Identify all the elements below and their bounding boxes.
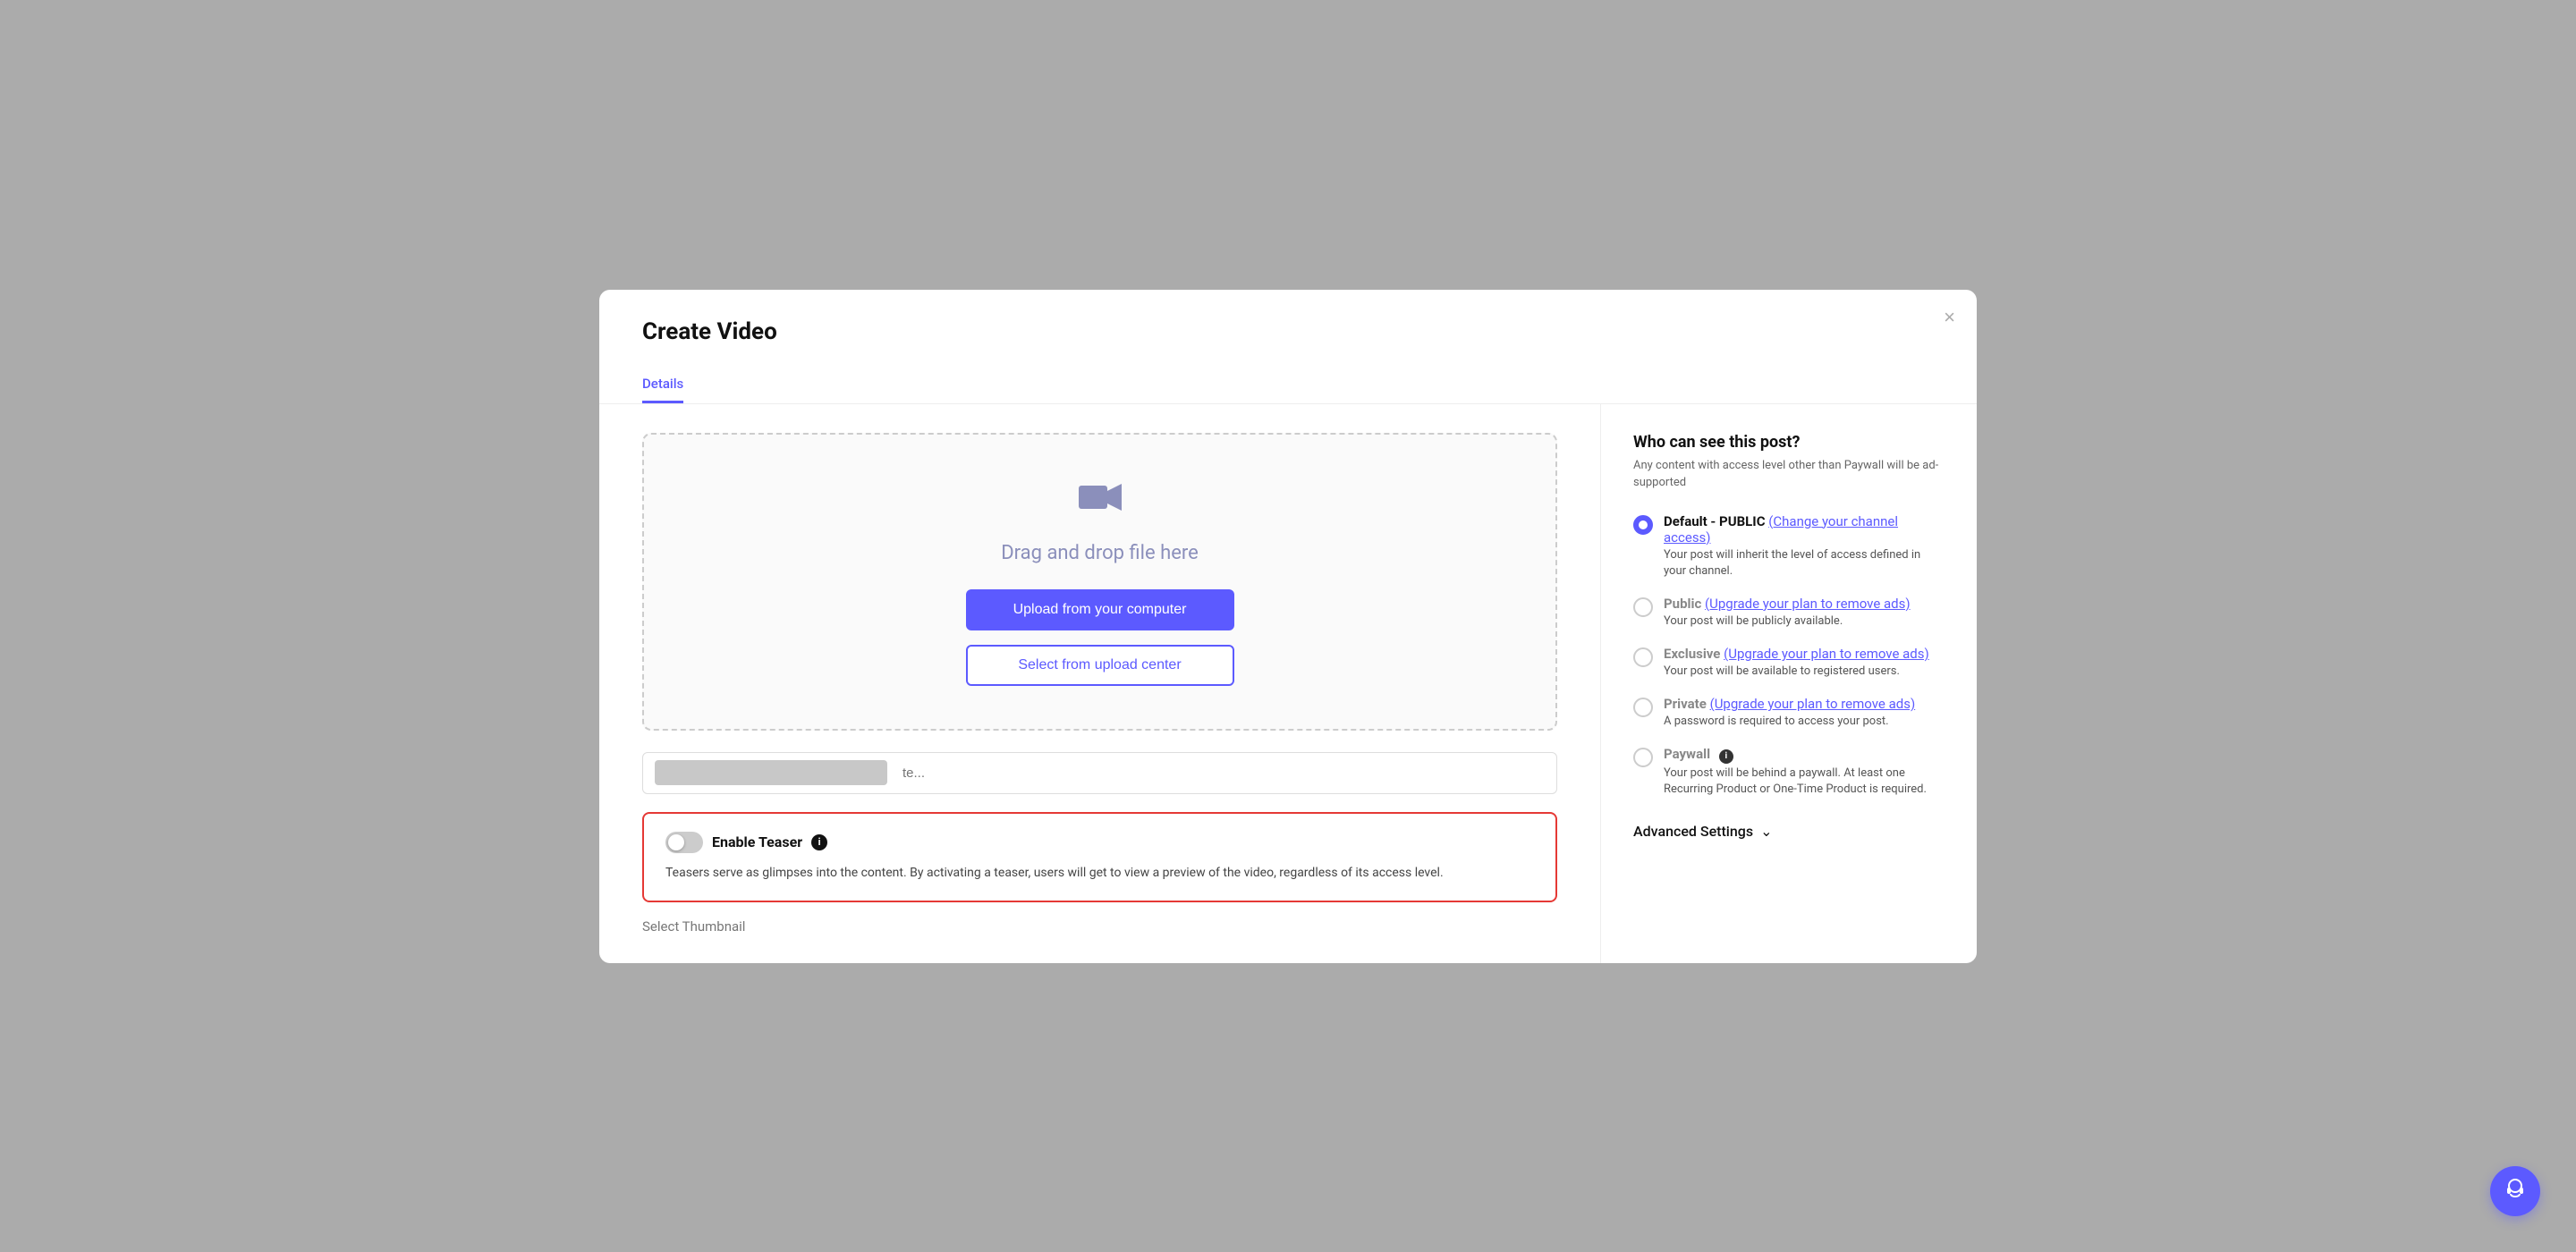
access-option-exclusive[interactable]: Exclusive (Upgrade your plan to remove a… [1633,646,1945,680]
access-desc-default: Your post will inherit the level of acce… [1664,547,1945,579]
access-option-public[interactable]: Public (Upgrade your plan to remove ads)… [1633,596,1945,630]
blurred-overlay [655,760,887,785]
teaser-info-icon[interactable]: i [811,834,827,850]
paywall-info-icon[interactable]: i [1719,749,1733,764]
modal-header: Create Video Details [599,290,1977,404]
thumbnail-label: Select Thumbnail [642,918,1557,935]
page-title: Create Video [642,318,1934,345]
upgrade-exclusive-link[interactable]: (Upgrade your plan to remove ads) [1724,646,1929,662]
radio-exclusive[interactable] [1633,647,1653,667]
close-button[interactable]: × [1944,306,1955,329]
access-info-paywall: Paywall i Your post will be behind a pay… [1664,746,1945,798]
upload-dropzone[interactable]: Drag and drop file here Upload from your… [642,433,1557,731]
access-name-paywall: Paywall i [1664,746,1945,764]
access-name-default: Default - PUBLIC (Change your channel ac… [1664,513,1945,546]
access-desc-paywall: Your post will be behind a paywall. At l… [1664,766,1945,798]
video-camera-icon [1079,478,1122,524]
upgrade-private-link[interactable]: (Upgrade your plan to remove ads) [1710,696,1916,712]
enable-teaser-toggle[interactable] [665,832,703,853]
radio-private[interactable] [1633,698,1653,717]
radio-default[interactable] [1633,515,1653,535]
visibility-subtitle: Any content with access level other than… [1633,457,1945,492]
advanced-settings-label: Advanced Settings [1633,823,1753,840]
teaser-header: Enable Teaser i [665,832,1534,853]
access-name-private: Private (Upgrade your plan to remove ads… [1664,696,1915,712]
access-option-private[interactable]: Private (Upgrade your plan to remove ads… [1633,696,1945,730]
support-button[interactable] [2490,1166,2540,1216]
access-option-paywall[interactable]: Paywall i Your post will be behind a pay… [1633,746,1945,798]
access-desc-public: Your post will be publicly available. [1664,613,1911,630]
access-option-default[interactable]: Default - PUBLIC (Change your channel ac… [1633,513,1945,579]
modal-body: Drag and drop file here Upload from your… [599,404,1977,963]
access-name-public: Public (Upgrade your plan to remove ads) [1664,596,1911,612]
access-info-private: Private (Upgrade your plan to remove ads… [1664,696,1915,730]
title-input-wrapper [642,752,1557,794]
upgrade-public-link[interactable]: (Upgrade your plan to remove ads) [1705,596,1911,612]
toggle-knob [668,834,684,850]
enable-teaser-section: Enable Teaser i Teasers serve as glimpse… [642,812,1557,902]
access-name-exclusive: Exclusive (Upgrade your plan to remove a… [1664,646,1929,662]
teaser-description: Teasers serve as glimpses into the conte… [665,864,1534,883]
advanced-settings-toggle[interactable]: Advanced Settings ⌄ [1633,823,1945,840]
modal-overlay: × Create Video Details Drag and d [0,0,2576,1252]
tab-bar: Details [642,367,1934,403]
radio-paywall[interactable] [1633,748,1653,767]
chevron-down-icon: ⌄ [1760,823,1772,840]
access-desc-private: A password is required to access your po… [1664,714,1915,730]
drag-drop-label: Drag and drop file here [1001,542,1199,564]
headset-icon [2503,1176,2528,1206]
access-info-exclusive: Exclusive (Upgrade your plan to remove a… [1664,646,1929,680]
access-info-public: Public (Upgrade your plan to remove ads)… [1664,596,1911,630]
tab-details[interactable]: Details [642,367,683,403]
sidebar: Who can see this post? Any content with … [1601,404,1977,963]
access-desc-exclusive: Your post will be available to registere… [1664,664,1929,680]
main-content: Drag and drop file here Upload from your… [599,404,1601,963]
radio-inner-default [1639,520,1648,529]
teaser-label: Enable Teaser [712,833,802,850]
select-from-upload-center-button[interactable]: Select from upload center [966,645,1234,686]
radio-public[interactable] [1633,597,1653,617]
create-video-modal: × Create Video Details Drag and d [599,290,1977,963]
visibility-title: Who can see this post? [1633,433,1945,452]
upload-from-computer-button[interactable]: Upload from your computer [966,589,1234,630]
access-info-default: Default - PUBLIC (Change your channel ac… [1664,513,1945,579]
